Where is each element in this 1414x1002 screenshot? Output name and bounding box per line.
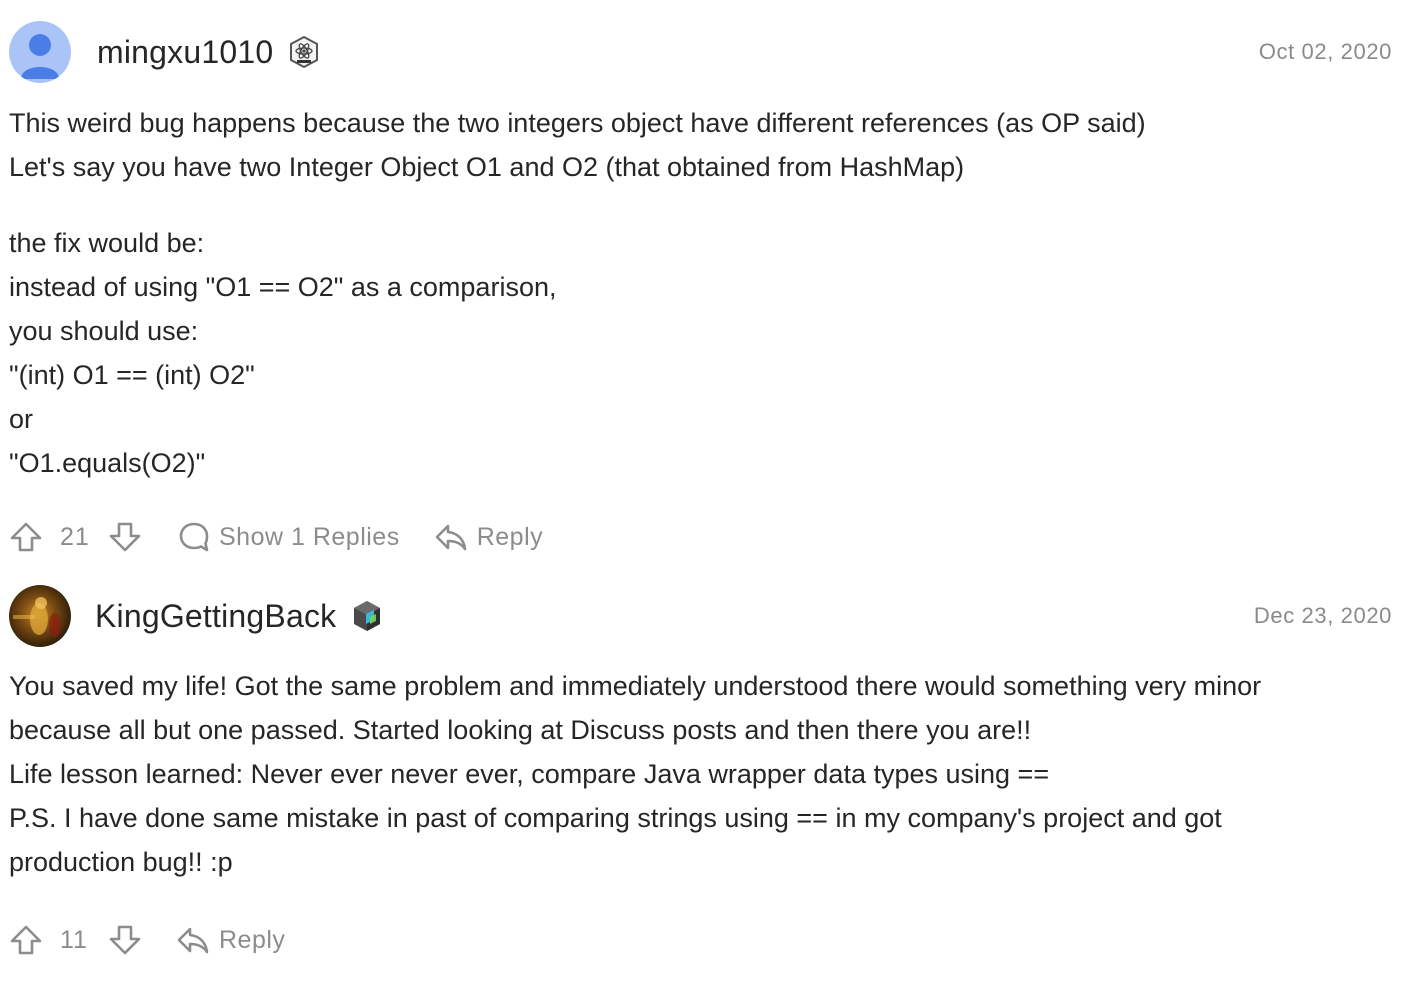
comment-line: instead of using "O1 == O2" as a compari… xyxy=(9,272,557,302)
vote-count: 11 xyxy=(60,925,88,954)
reply-button[interactable]: Reply xyxy=(176,924,285,956)
username[interactable]: mingxu1010 xyxy=(97,34,273,71)
cube-badge-icon[interactable] xyxy=(352,600,382,632)
upvote-arrow-icon[interactable] xyxy=(9,924,43,956)
comment-line: production bug!! :p xyxy=(9,847,233,877)
comment-body: This weird bug happens because the two i… xyxy=(9,101,1392,485)
downvote-arrow-icon[interactable] xyxy=(108,924,142,956)
comment-line: "O1.equals(O2)" xyxy=(9,448,206,478)
reply-label: Reply xyxy=(219,925,286,954)
comment-line: This weird bug happens because the two i… xyxy=(9,108,1146,138)
comment-line: "(int) O1 == (int) O2" xyxy=(9,360,255,390)
comment-header: KingGettingBack Dec 23, 2020 xyxy=(9,584,1392,648)
reply-arrow-icon xyxy=(434,521,468,553)
comment-line: because all but one passed. Started look… xyxy=(9,715,1032,745)
vote-count: 21 xyxy=(60,522,90,551)
comment: mingxu1010 Oct 02, 2020 This weird bug h… xyxy=(0,0,1414,557)
comment-body: You saved my life! Got the same problem … xyxy=(9,664,1392,884)
comment-line: you should use: xyxy=(9,316,199,346)
comment-bubble-icon xyxy=(178,521,210,553)
comment-line: P.S. I have done same mistake in past of… xyxy=(9,803,1222,833)
comment-line: You saved my life! Got the same problem … xyxy=(9,671,1262,701)
post-date: Dec 23, 2020 xyxy=(1253,603,1392,628)
comment-line: Life lesson learned: Never ever never ev… xyxy=(9,759,1050,789)
downvote-arrow-icon[interactable] xyxy=(108,521,142,553)
avatar[interactable] xyxy=(9,21,71,83)
comment-actions: 11 Reply xyxy=(9,920,1392,960)
upvote-arrow-icon[interactable] xyxy=(9,521,43,553)
comment-actions: 21 Show 1 Replies Reply xyxy=(9,517,1392,557)
comment-line: Let's say you have two Integer Object O1… xyxy=(9,152,965,182)
reply-arrow-icon xyxy=(176,924,210,956)
atom-badge-icon[interactable] xyxy=(289,36,319,68)
username[interactable]: KingGettingBack xyxy=(95,598,336,635)
comment-line: the fix would be: xyxy=(9,228,205,258)
user-photo-avatar xyxy=(9,585,71,647)
comment: KingGettingBack Dec 23, 2020 You saved m… xyxy=(0,557,1414,960)
reply-label: Reply xyxy=(476,522,544,551)
show-replies-button[interactable]: Show 1 Replies xyxy=(178,521,400,553)
reply-button[interactable]: Reply xyxy=(434,521,543,553)
comment-header: mingxu1010 Oct 02, 2020 xyxy=(9,20,1392,84)
show-replies-label: Show 1 Replies xyxy=(219,522,400,551)
comment-line: or xyxy=(9,404,34,434)
default-avatar-icon xyxy=(9,21,71,83)
avatar[interactable] xyxy=(9,585,71,647)
post-date: Oct 02, 2020 xyxy=(1258,39,1392,64)
